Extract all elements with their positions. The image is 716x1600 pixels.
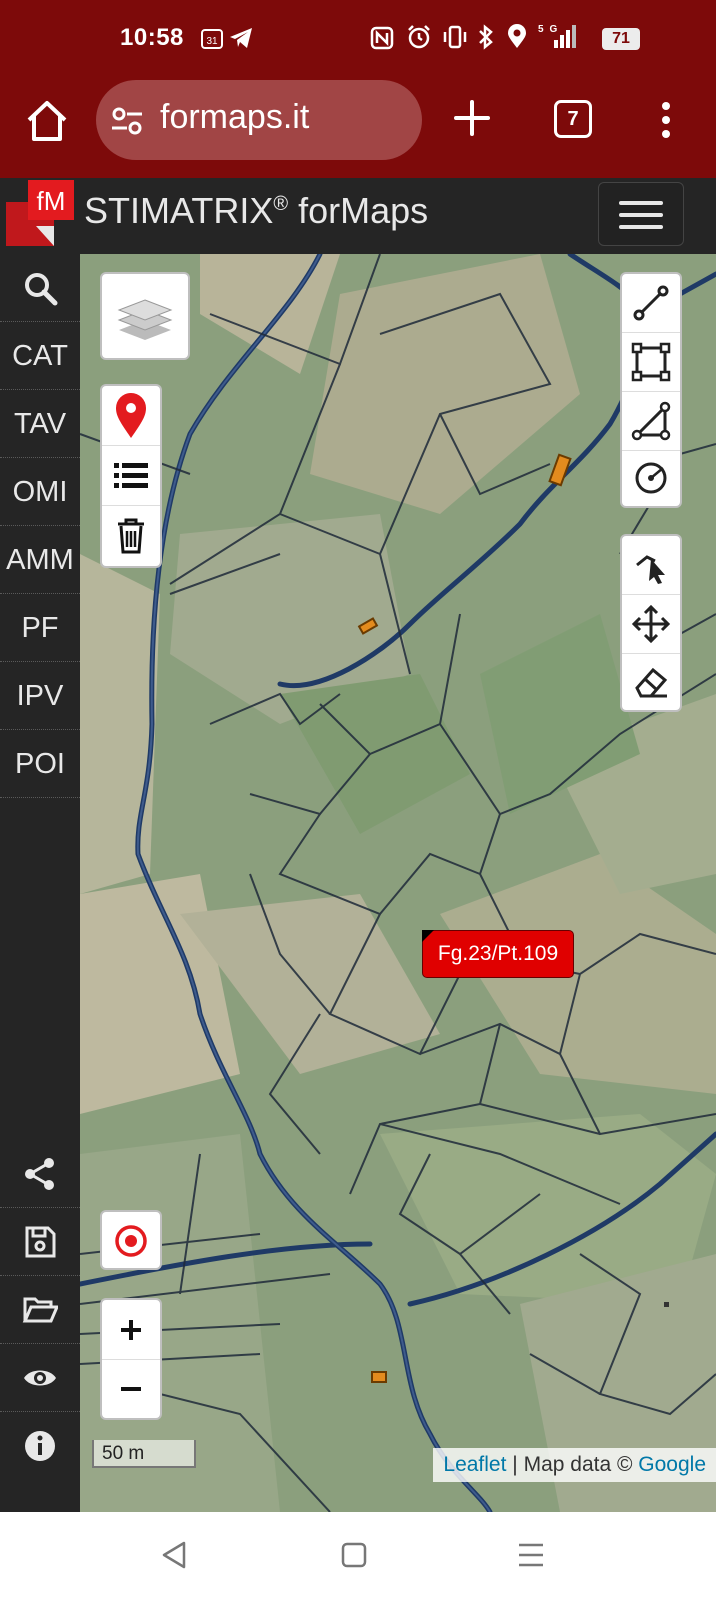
folder-open-icon bbox=[22, 1297, 58, 1323]
select-cursor-icon bbox=[636, 555, 665, 584]
search-icon bbox=[25, 273, 58, 306]
sidebar: CAT TAV OMI AMM PF IPV POI bbox=[0, 254, 80, 1512]
zoom-control bbox=[100, 1298, 162, 1420]
clock: 10:58 bbox=[120, 24, 184, 51]
select-tool-button[interactable] bbox=[622, 536, 680, 595]
more-menu-icon[interactable] bbox=[660, 100, 672, 140]
info-button[interactable] bbox=[0, 1412, 80, 1480]
sidebar-item-omi[interactable]: OMI bbox=[0, 458, 80, 526]
info-icon bbox=[25, 1431, 55, 1461]
list-button[interactable] bbox=[102, 446, 160, 506]
plus-icon bbox=[121, 1320, 141, 1340]
zoom-out-button[interactable] bbox=[102, 1360, 160, 1418]
delete-button[interactable] bbox=[102, 506, 160, 566]
layers-button[interactable] bbox=[100, 272, 190, 360]
draw-circle-button[interactable] bbox=[622, 451, 680, 506]
svg-text:31: 31 bbox=[206, 36, 218, 47]
sidebar-item-tav[interactable]: TAV bbox=[0, 390, 80, 458]
calendar-icon: 31 bbox=[201, 29, 223, 49]
google-link[interactable]: Google bbox=[638, 1453, 706, 1476]
location-icon bbox=[508, 24, 526, 48]
view-button[interactable] bbox=[0, 1344, 80, 1412]
url-text: formaps.it bbox=[160, 98, 310, 136]
alarm-icon bbox=[408, 25, 430, 49]
nfc-icon bbox=[370, 26, 394, 50]
leaflet-link[interactable]: Leaflet bbox=[443, 1453, 506, 1476]
back-icon[interactable] bbox=[160, 1540, 188, 1570]
edit-toolbar bbox=[620, 534, 682, 712]
sidebar-search-button[interactable] bbox=[0, 254, 80, 322]
menu-bar bbox=[619, 201, 663, 205]
map-attribution: Leaflet | Map data © Google bbox=[433, 1448, 716, 1482]
circle-icon bbox=[635, 462, 667, 494]
layers-icon bbox=[117, 299, 173, 340]
share-icon bbox=[25, 1158, 54, 1190]
polygon-icon bbox=[631, 401, 671, 441]
sidebar-item-ipv[interactable]: IPV bbox=[0, 662, 80, 730]
save-button[interactable] bbox=[0, 1208, 80, 1276]
menu-bar bbox=[619, 225, 663, 229]
hamburger-menu-button[interactable] bbox=[598, 182, 684, 246]
draw-polyline-button[interactable] bbox=[622, 274, 680, 333]
home-nav-icon[interactable] bbox=[340, 1541, 368, 1569]
status-bar: 10:58 31 5G 71 bbox=[0, 0, 716, 80]
vibrate-icon bbox=[443, 25, 467, 49]
draw-polygon-button[interactable] bbox=[622, 392, 680, 451]
trash-icon bbox=[118, 518, 144, 554]
app-logo[interactable]: fM bbox=[6, 180, 76, 248]
site-settings-icon[interactable] bbox=[110, 104, 144, 138]
recents-icon[interactable] bbox=[516, 1541, 546, 1569]
zoom-in-button[interactable] bbox=[102, 1300, 160, 1360]
draw-toolbar bbox=[620, 272, 682, 508]
home-icon[interactable] bbox=[24, 98, 70, 144]
move-icon bbox=[631, 604, 671, 644]
list-icon bbox=[114, 463, 148, 488]
locate-button[interactable] bbox=[100, 1210, 162, 1270]
url-bar[interactable]: formaps.it bbox=[96, 80, 422, 160]
share-button[interactable] bbox=[0, 1140, 80, 1208]
scale-bar: 50 m bbox=[92, 1440, 196, 1468]
erase-tool-button[interactable] bbox=[622, 654, 680, 710]
sidebar-item-cat[interactable]: CAT bbox=[0, 322, 80, 390]
eye-icon bbox=[24, 1370, 56, 1386]
parcel-label[interactable]: Fg.23/Pt.109 bbox=[422, 930, 574, 978]
bluetooth-icon bbox=[479, 24, 493, 50]
svg-text:5G: 5G bbox=[538, 24, 563, 35]
move-tool-button[interactable] bbox=[622, 595, 680, 654]
sidebar-item-poi[interactable]: POI bbox=[0, 730, 80, 798]
sidebar-item-pf[interactable]: PF bbox=[0, 594, 80, 662]
minus-icon bbox=[121, 1387, 141, 1391]
battery-indicator: 71 bbox=[602, 28, 640, 50]
app-header: fM STIMATRIX® forMaps bbox=[0, 178, 716, 254]
polyline-icon bbox=[633, 285, 669, 321]
telegram-icon bbox=[230, 28, 252, 48]
sidebar-item-amm[interactable]: AMM bbox=[0, 526, 80, 594]
map-view[interactable]: Fg.23/Pt.109 50 m Leaflet | Map data © G… bbox=[80, 254, 716, 1512]
app-title: STIMATRIX® forMaps bbox=[84, 190, 429, 231]
rectangle-icon bbox=[631, 342, 671, 382]
svg-text:fM: fM bbox=[37, 186, 66, 216]
marker-toolbar bbox=[100, 384, 162, 568]
tab-switcher-button[interactable]: 7 bbox=[554, 100, 592, 138]
new-tab-icon[interactable] bbox=[452, 98, 492, 138]
open-button[interactable] bbox=[0, 1276, 80, 1344]
menu-bar bbox=[619, 213, 663, 217]
target-icon bbox=[115, 1225, 147, 1257]
signal-5g-icon: 5G bbox=[538, 24, 576, 48]
attribution-text: | Map data © bbox=[506, 1453, 639, 1476]
save-icon bbox=[25, 1226, 56, 1258]
map-marker-icon bbox=[116, 393, 146, 438]
browser-toolbar: formaps.it 7 bbox=[0, 80, 716, 178]
draw-rectangle-button[interactable] bbox=[622, 333, 680, 392]
system-nav-bar bbox=[0, 1512, 716, 1600]
marker-button[interactable] bbox=[102, 386, 160, 446]
eraser-icon bbox=[635, 667, 668, 698]
